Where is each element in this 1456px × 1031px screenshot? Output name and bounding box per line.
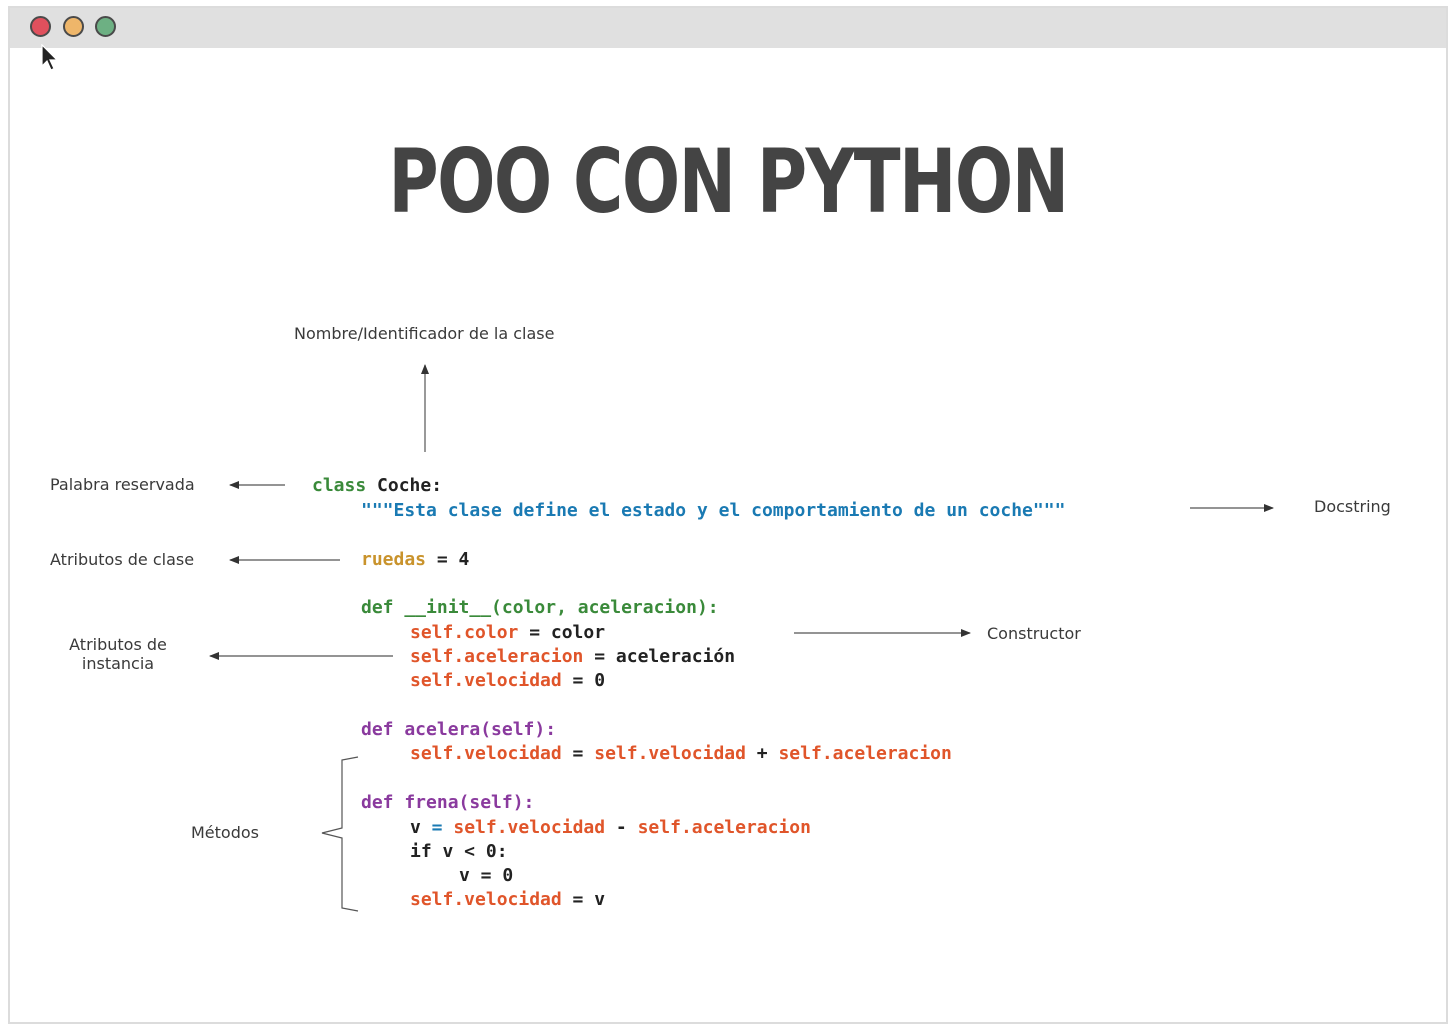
label-metodos: Métodos — [191, 823, 259, 842]
label-atributos-instancia-line1: Atributos de — [69, 635, 167, 654]
code-frena-minus: - — [605, 817, 638, 838]
code-ruedas: ruedas — [361, 549, 427, 570]
label-nombre-clase: Nombre/Identificador de la clase — [294, 324, 555, 343]
code-self-velocidad-attr: self.velocidad — [410, 670, 562, 691]
code-self-aceleracion-attr: self.aceleracion — [410, 646, 584, 667]
code-docstring: """Esta clase define el estado y el comp… — [361, 500, 1066, 521]
code-frena-if: if v < 0: — [410, 841, 508, 862]
label-atributos-instancia: Atributos de instancia — [58, 635, 178, 673]
code-self-aceleracion: self.aceleracion = aceleración — [410, 645, 735, 669]
code-keyword-class: class — [312, 475, 367, 496]
code-acelera-eq: = — [561, 743, 595, 764]
label-atributos-instancia-line2: instancia — [81, 654, 155, 673]
code-class-attribute: ruedas = 4 — [361, 548, 469, 572]
code-frena-eq: = — [420, 817, 454, 838]
code-def-init: def __init__(color, aceleracion): — [361, 597, 719, 618]
code-frena-var: v — [410, 817, 421, 838]
label-docstring: Docstring — [1314, 497, 1391, 516]
code-frena-reset: v = 0 — [459, 865, 514, 886]
code-acelera-c: self.aceleracion — [778, 743, 952, 764]
code-frena-assign-value: = v — [561, 889, 606, 910]
code-def-frena: def frena(self): — [361, 792, 535, 813]
code-frena-assign-attr: self.velocidad — [410, 889, 562, 910]
code-class-name: Coche: — [377, 475, 443, 496]
label-constructor: Constructor — [987, 624, 1081, 643]
code-def-acelera: def acelera(self): — [361, 719, 557, 740]
code-self-aceleracion-value: = aceleración — [583, 646, 736, 667]
code-acelera-plus: + — [745, 743, 779, 764]
code-self-color-attr: self.color — [410, 622, 519, 643]
brace-metodos — [321, 756, 359, 912]
code-ruedas-value: = 4 — [426, 549, 470, 570]
code-self-color: self.color = color — [410, 621, 605, 645]
code-line-class: class Coche: — [312, 474, 442, 498]
code-frena-b: self.aceleracion — [637, 817, 811, 838]
code-self-velocidad-value: = 0 — [561, 670, 606, 691]
code-frena-v: v = self.velocidad - self.aceleracion — [410, 816, 811, 840]
code-acelera-b: self.velocidad — [594, 743, 746, 764]
label-atributos-clase: Atributos de clase — [50, 550, 195, 569]
code-self-color-value: = color — [518, 622, 606, 643]
code-frena-assign: self.velocidad = v — [410, 888, 605, 912]
code-acelera-body: self.velocidad = self.velocidad + self.a… — [410, 742, 952, 766]
code-frena-a: self.velocidad — [453, 817, 606, 838]
code-self-velocidad: self.velocidad = 0 — [410, 669, 605, 693]
code-acelera-a: self.velocidad — [410, 743, 562, 764]
label-palabra-reservada: Palabra reservada — [50, 475, 195, 494]
